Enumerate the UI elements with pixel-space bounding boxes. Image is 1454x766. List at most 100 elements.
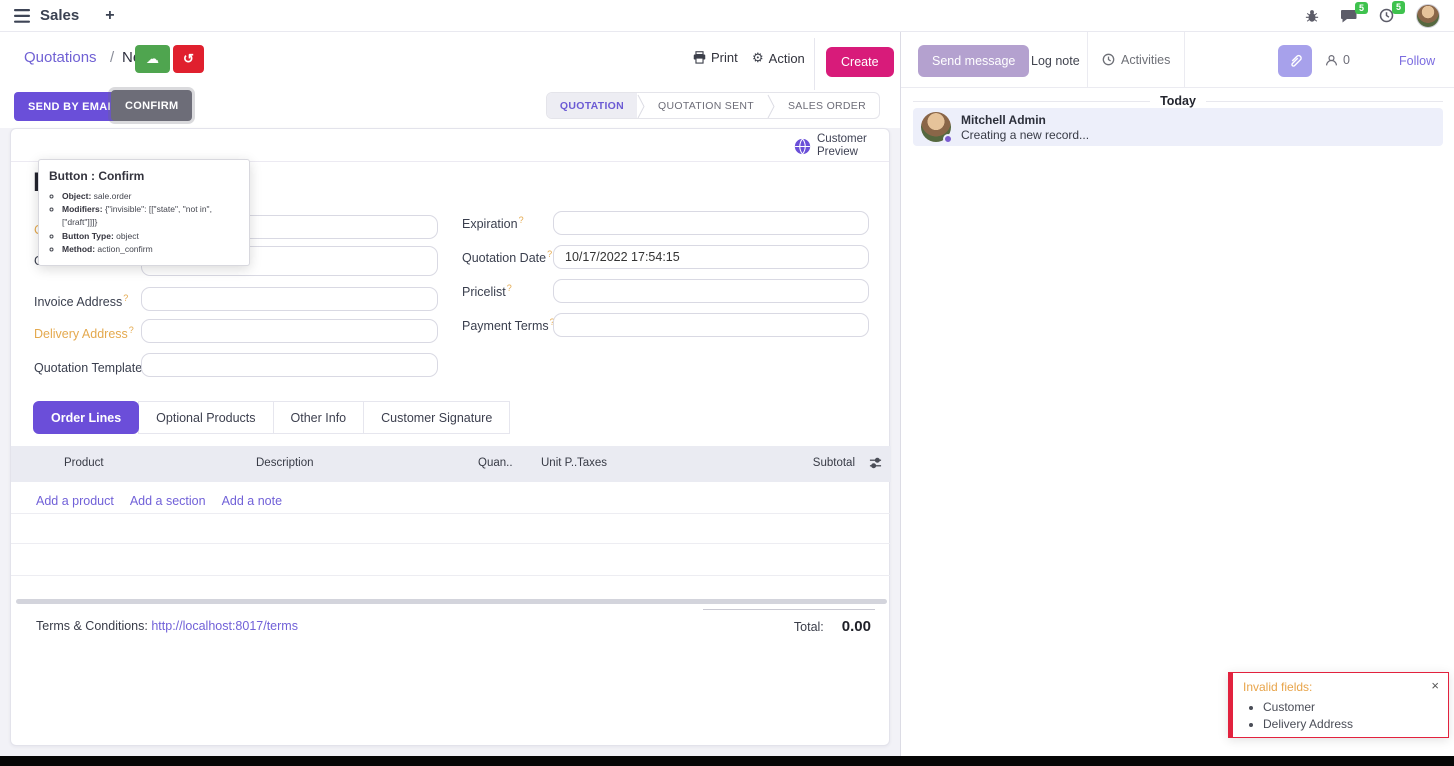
step-quotation[interactable]: QUOTATION [547, 93, 637, 118]
control-panel: Quotations / New ☁ ↺ Print ⚙ Action [0, 32, 900, 128]
row-separator [11, 575, 891, 576]
total-block: Total: 0.00 [703, 609, 875, 635]
top-navbar: Sales + 5 5 [0, 0, 1454, 32]
messages-button[interactable]: 5 [1341, 9, 1357, 23]
save-cloud-button[interactable]: ☁ [135, 45, 170, 73]
user-avatar[interactable] [1416, 4, 1440, 28]
globe-icon [794, 138, 811, 155]
col-product: Product [64, 457, 104, 469]
clock-icon [1102, 53, 1115, 66]
create-button[interactable]: Create [826, 47, 894, 77]
field-label-invoice-address: Invoice Address? [34, 293, 128, 309]
tooltip-item: Button Type: object [62, 230, 239, 243]
step-sales-order[interactable]: SALES ORDER [775, 93, 879, 118]
invoice-address-input[interactable] [141, 287, 438, 311]
message-author: Mitchell Admin [961, 113, 1089, 127]
chatter-panel: Send message Log note Activities 0 Follo… [900, 32, 1454, 756]
invalid-fields-toast: Invalid fields: × Customer Delivery Addr… [1228, 672, 1449, 738]
message-body: Creating a new record... [961, 128, 1089, 142]
send-message-button[interactable]: Send message [918, 45, 1029, 77]
expiration-input[interactable] [553, 211, 869, 235]
preview-row: Customer Preview [11, 129, 889, 162]
chatter-toolbar: Send message Log note Activities 0 Follo… [901, 32, 1454, 88]
activities-clock-button[interactable]: 5 [1379, 8, 1394, 23]
undo-icon: ↺ [183, 51, 194, 66]
col-unit-price: Unit P.. [541, 457, 577, 469]
field-label-expiration: Expiration? [462, 215, 524, 231]
gear-icon: ⚙ [752, 50, 764, 66]
app-menu-sales[interactable]: Sales [40, 7, 79, 24]
action-button[interactable]: ⚙ Action [752, 50, 805, 66]
breadcrumb-separator: / [110, 49, 114, 66]
optional-columns-icon[interactable] [869, 456, 882, 470]
tooltip-title: Button : Confirm [49, 169, 239, 183]
activities-badge: 5 [1392, 1, 1405, 14]
person-icon [1325, 54, 1338, 67]
row-separator [11, 543, 891, 544]
messages-badge: 5 [1355, 2, 1368, 15]
followers-button[interactable]: 0 [1325, 53, 1350, 67]
required-marker: ? [123, 293, 128, 303]
invalid-field-item: Customer [1263, 699, 1438, 716]
field-label-quotation-template: Quotation Template? [34, 359, 148, 375]
tab-customer-signature[interactable]: Customer Signature [363, 401, 510, 434]
horizontal-scrollbar[interactable] [16, 599, 887, 604]
new-tab-button[interactable]: + [105, 7, 114, 25]
print-button[interactable]: Print [693, 50, 738, 65]
follow-button[interactable]: Follow [1399, 54, 1435, 68]
total-value: 0.00 [842, 618, 871, 635]
col-subtotal: Subtotal [807, 457, 855, 469]
debug-bug-icon[interactable] [1305, 9, 1319, 23]
notebook-tabs: Order Lines Optional Products Other Info… [34, 401, 510, 434]
tab-order-lines[interactable]: Order Lines [33, 401, 139, 434]
menu-toggle-icon[interactable] [14, 9, 30, 23]
field-label-quotation-date: Quotation Date? [462, 249, 552, 265]
pricelist-input[interactable] [553, 279, 869, 303]
panel-divider [814, 38, 815, 90]
attach-files-button[interactable] [1278, 45, 1312, 77]
add-a-note-link[interactable]: Add a note [222, 494, 282, 508]
invalid-field-item: Delivery Address [1263, 716, 1438, 733]
log-note-button[interactable]: Log note [1021, 45, 1090, 77]
row-separator [11, 513, 891, 514]
breadcrumb-quotations-link[interactable]: Quotations [24, 49, 97, 66]
total-label: Total: [794, 620, 824, 634]
terms-link[interactable]: http://localhost:8017/terms [151, 619, 298, 633]
required-marker: ? [129, 325, 134, 335]
toast-title: Invalid fields: [1243, 680, 1438, 694]
message-avatar[interactable] [921, 112, 951, 142]
confirm-button[interactable]: CONFIRM [111, 90, 192, 121]
add-a-product-link[interactable]: Add a product [36, 494, 114, 508]
toast-close-icon[interactable]: × [1431, 678, 1439, 693]
discard-button[interactable]: ↺ [173, 45, 204, 73]
order-lines-header: Product Description Quan.. Unit P.. Taxe… [11, 446, 891, 482]
payment-terms-input[interactable] [553, 313, 869, 337]
chevron-separator-icon [637, 93, 645, 119]
add-a-section-link[interactable]: Add a section [130, 494, 206, 508]
schedule-activity-button[interactable]: Activities [1087, 32, 1185, 87]
step-quotation-sent[interactable]: QUOTATION SENT [645, 93, 767, 118]
chevron-separator-icon [767, 93, 775, 119]
field-label-payment-terms: Payment Terms? [462, 317, 555, 333]
quotation-date-input[interactable] [553, 245, 869, 269]
order-line-actions: Add a product Add a section Add a note [36, 494, 282, 508]
tab-optional-products[interactable]: Optional Products [138, 401, 273, 434]
paperclip-icon [1288, 54, 1303, 69]
customer-preview-button[interactable]: Customer Preview [794, 133, 877, 159]
status-stepper: QUOTATION QUOTATION SENT SALES ORDER [546, 92, 880, 119]
delivery-address-input[interactable] [141, 319, 438, 343]
printer-icon [693, 51, 706, 64]
col-taxes: Taxes [577, 457, 607, 469]
followers-count: 0 [1343, 53, 1350, 67]
chatter-message: Mitchell Admin Creating a new record... [913, 108, 1443, 146]
quotation-template-input[interactable] [141, 353, 438, 377]
required-marker: ? [507, 283, 512, 293]
tooltip-item: Modifiers: {"invisible": [["state", "not… [62, 203, 239, 229]
required-marker: ? [547, 249, 552, 259]
col-quantity: Quan.. [478, 457, 513, 469]
main-panel: Quotations / New ☁ ↺ Print ⚙ Action [0, 32, 900, 756]
tab-other-info[interactable]: Other Info [273, 401, 365, 434]
tooltip-item: Method: action_confirm [62, 243, 239, 256]
tooltip-item: Object: sale.order [62, 190, 239, 203]
field-label-pricelist: Pricelist? [462, 283, 512, 299]
